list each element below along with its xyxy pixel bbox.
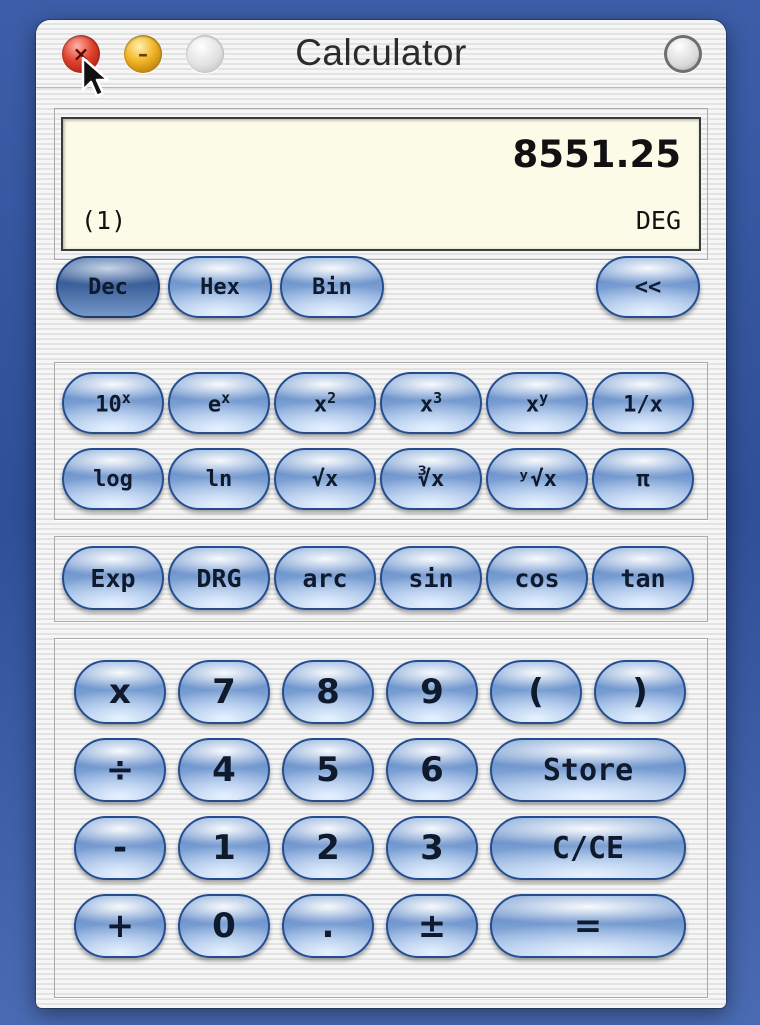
plus-minus-label: ± bbox=[417, 906, 447, 946]
equals-button[interactable]: = bbox=[490, 894, 686, 958]
exp-label: Exp bbox=[90, 563, 136, 593]
store-label: Store bbox=[542, 752, 634, 788]
display: 8551.25 (1) DEG bbox=[61, 117, 701, 251]
dec-button[interactable]: Dec bbox=[56, 256, 160, 318]
digit-8-label: 8 bbox=[316, 672, 340, 712]
cos-label: cos bbox=[514, 563, 560, 593]
dec-label: Dec bbox=[88, 274, 128, 300]
digit-6-label: 6 bbox=[420, 750, 444, 790]
e-power-x-button[interactable]: ex bbox=[168, 372, 270, 434]
tan-label: tan bbox=[620, 563, 666, 593]
digit-8-button[interactable]: 8 bbox=[282, 660, 374, 724]
arc-label: arc bbox=[302, 563, 348, 593]
cos-button[interactable]: cos bbox=[486, 546, 588, 610]
window-title: Calculator bbox=[295, 32, 467, 73]
subtract-button[interactable]: - bbox=[74, 816, 166, 880]
digit-7-label: 7 bbox=[212, 672, 236, 712]
digit-7-button[interactable]: 7 bbox=[178, 660, 270, 724]
ln-button[interactable]: ln bbox=[168, 448, 270, 510]
backspace-button[interactable]: << bbox=[596, 256, 700, 318]
digit-9-button[interactable]: 9 bbox=[386, 660, 478, 724]
add-button[interactable]: + bbox=[74, 894, 166, 958]
display-frame: 8551.25 (1) DEG bbox=[54, 108, 708, 260]
ten-power-x-label: 10x bbox=[95, 388, 131, 418]
multiply-label: x bbox=[109, 672, 131, 712]
digit-3-button[interactable]: 3 bbox=[386, 816, 478, 880]
multiply-button[interactable]: x bbox=[74, 660, 166, 724]
e-power-x-label: ex bbox=[207, 388, 231, 418]
open-paren-button[interactable]: ( bbox=[490, 660, 582, 724]
cube-root-button[interactable]: ∛x bbox=[380, 448, 482, 510]
backspace-label: << bbox=[634, 274, 662, 300]
digit-4-label: 4 bbox=[212, 750, 236, 790]
square-root-label: √x bbox=[311, 466, 339, 492]
bin-label: Bin bbox=[312, 274, 352, 300]
pi-label: π bbox=[636, 466, 650, 492]
digit-1-label: 1 bbox=[212, 828, 236, 868]
hex-label: Hex bbox=[200, 274, 240, 300]
digit-6-button[interactable]: 6 bbox=[386, 738, 478, 802]
digit-2-button[interactable]: 2 bbox=[282, 816, 374, 880]
cube-root-label: ∛x bbox=[417, 466, 445, 492]
x-power-y-label: xy bbox=[525, 388, 549, 418]
arrow-cursor-icon bbox=[81, 56, 110, 98]
digit-4-button[interactable]: 4 bbox=[178, 738, 270, 802]
clear-label: C/CE bbox=[551, 830, 625, 866]
decimal-point-button[interactable]: . bbox=[282, 894, 374, 958]
log-button[interactable]: log bbox=[62, 448, 164, 510]
drg-button[interactable]: DRG bbox=[168, 546, 270, 610]
clear-button[interactable]: C/CE bbox=[490, 816, 686, 880]
reciprocal-label: 1/x bbox=[623, 392, 663, 418]
drg-label: DRG bbox=[196, 563, 242, 593]
subtract-label: - bbox=[112, 828, 128, 868]
x-squared-button[interactable]: x2 bbox=[274, 372, 376, 434]
bin-button[interactable]: Bin bbox=[280, 256, 384, 318]
equals-label: = bbox=[573, 906, 603, 946]
x-power-y-button[interactable]: xy bbox=[486, 372, 588, 434]
exp-button[interactable]: Exp bbox=[62, 546, 164, 610]
log-label: log bbox=[93, 466, 133, 492]
digit-9-label: 9 bbox=[420, 672, 444, 712]
hex-button[interactable]: Hex bbox=[168, 256, 272, 318]
x-squared-label: x2 bbox=[313, 388, 337, 418]
digit-0-button[interactable]: 0 bbox=[178, 894, 270, 958]
divide-button[interactable]: ÷ bbox=[74, 738, 166, 802]
reciprocal-button[interactable]: 1/x bbox=[592, 372, 694, 434]
close-paren-label: ) bbox=[632, 672, 648, 712]
sin-label: sin bbox=[408, 563, 454, 593]
ln-label: ln bbox=[205, 466, 233, 492]
title-bar[interactable]: × – Calculator bbox=[36, 20, 726, 88]
x-cubed-button[interactable]: x3 bbox=[380, 372, 482, 434]
open-paren-label: ( bbox=[528, 672, 544, 712]
close-paren-button[interactable]: ) bbox=[594, 660, 686, 724]
store-button[interactable]: Store bbox=[490, 738, 686, 802]
digit-5-button[interactable]: 5 bbox=[282, 738, 374, 802]
digit-0-label: 0 bbox=[212, 906, 236, 946]
arc-button[interactable]: arc bbox=[274, 546, 376, 610]
tan-button[interactable]: tan bbox=[592, 546, 694, 610]
y-root-label: ʸ√x bbox=[517, 466, 557, 492]
plus-minus-button[interactable]: ± bbox=[386, 894, 478, 958]
square-root-button[interactable]: √x bbox=[274, 448, 376, 510]
sin-button[interactable]: sin bbox=[380, 546, 482, 610]
digit-1-button[interactable]: 1 bbox=[178, 816, 270, 880]
digit-5-label: 5 bbox=[316, 750, 340, 790]
toolbar-toggle-icon[interactable] bbox=[664, 35, 702, 73]
y-root-button[interactable]: ʸ√x bbox=[486, 448, 588, 510]
digit-3-label: 3 bbox=[420, 828, 444, 868]
pi-button[interactable]: π bbox=[592, 448, 694, 510]
divide-label: ÷ bbox=[105, 750, 135, 790]
x-cubed-label: x3 bbox=[419, 388, 443, 418]
calculator-window: × – Calculator 8551.25 (1) DEG Dec Hex B… bbox=[36, 20, 726, 1008]
display-value: 8551.25 bbox=[512, 133, 681, 176]
add-label: + bbox=[105, 906, 135, 946]
ten-power-x-button[interactable]: 10x bbox=[62, 372, 164, 434]
decimal-point-label: . bbox=[321, 906, 335, 946]
digit-2-label: 2 bbox=[316, 828, 340, 868]
paren-count: (1) bbox=[81, 206, 127, 235]
angle-mode: DEG bbox=[635, 206, 681, 235]
